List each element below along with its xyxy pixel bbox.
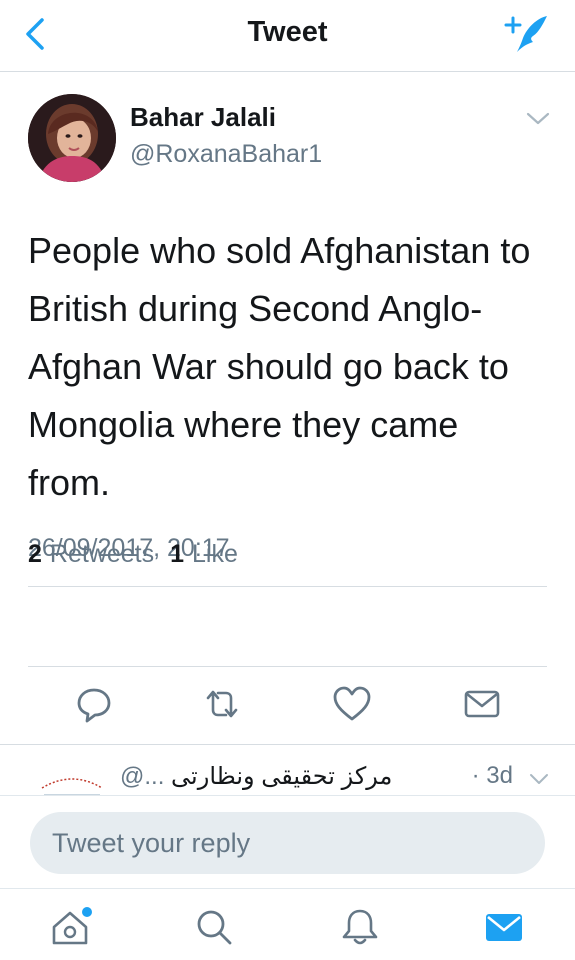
retweets-count: 2 — [28, 540, 42, 568]
reply-icon[interactable] — [72, 682, 116, 726]
notification-dot — [82, 907, 92, 917]
share-icon[interactable] — [460, 682, 504, 726]
search-icon[interactable] — [192, 905, 236, 949]
top-nav-bar: Tweet — [0, 0, 575, 72]
reply-handle: @... — [120, 763, 165, 790]
avatar[interactable] — [28, 94, 116, 182]
retweets-label: Retweets — [49, 540, 155, 568]
author-handle[interactable]: @RoxanaBahar1 — [130, 140, 322, 169]
reply-composer — [0, 795, 575, 888]
divider — [28, 666, 547, 667]
messages-icon[interactable] — [482, 905, 526, 949]
bottom-tab-bar — [0, 888, 575, 960]
tweet-text: People who sold Afghanistan to British d… — [28, 230, 531, 503]
notifications-icon[interactable] — [338, 905, 382, 949]
page-title: Tweet — [247, 16, 328, 48]
engagement-stats: 2 Retweets 1 Like — [28, 540, 246, 569]
likes-count: 1 — [170, 540, 185, 568]
tweet-action-bar — [0, 672, 575, 738]
retweets-stat[interactable]: 2 Retweets — [28, 540, 154, 569]
retweet-icon[interactable] — [200, 682, 244, 726]
reply-preview-row[interactable]: @... مرکز تحقیقی ونظارتی · 3d — [0, 744, 575, 800]
reply-input[interactable] — [30, 812, 545, 874]
author-name[interactable]: Bahar Jalali — [130, 102, 276, 133]
reply-name: مرکز تحقیقی ونظارتی — [171, 763, 393, 790]
reply-author: @... مرکز تحقیقی ونظارتی — [120, 762, 392, 791]
compose-icon[interactable] — [503, 10, 553, 56]
like-icon[interactable] — [330, 682, 374, 726]
chevron-down-icon[interactable] — [525, 110, 551, 128]
likes-stat[interactable]: 1 Like — [170, 540, 238, 569]
chevron-down-icon[interactable] — [529, 772, 549, 786]
likes-label: Like — [192, 540, 238, 568]
reply-time: · 3d — [471, 762, 513, 789]
divider — [28, 586, 547, 587]
